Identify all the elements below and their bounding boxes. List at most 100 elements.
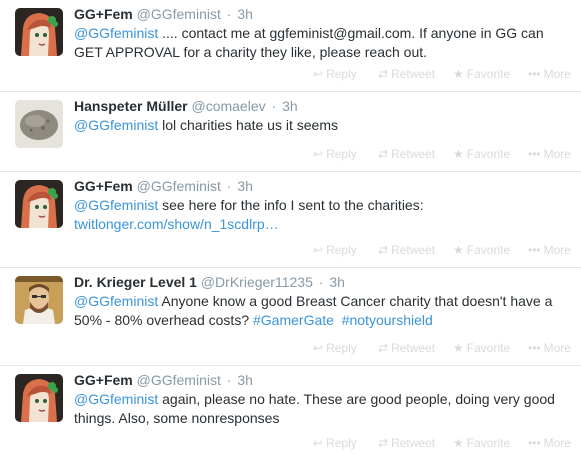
reply-label: Reply — [326, 67, 357, 81]
star-icon: ★ — [453, 436, 464, 450]
favorite-label: Favorite — [466, 67, 511, 81]
separator-dot: · — [226, 372, 232, 388]
tweet-actions: ↩ Reply ⇄ Retweet ★ Favorite ••• More — [0, 436, 581, 452]
tweet-actions: ↩ Reply ⇄ Retweet ★ Favorite ••• More — [0, 147, 581, 163]
url-link[interactable]: twitlonger.com/show/n_1scdlrp… — [74, 216, 279, 232]
retweet-button[interactable]: ⇄ Retweet — [378, 436, 435, 450]
more-label: More — [543, 341, 571, 355]
mention-link[interactable]: @GGfeminist — [74, 197, 158, 213]
avatar[interactable] — [15, 180, 63, 228]
reply-icon: ↩ — [313, 436, 324, 450]
tweet-header: GG+Fem @GGfeminist · 3h — [74, 371, 253, 389]
display-name[interactable]: GG+Fem — [74, 372, 133, 388]
reply-button[interactable]: ↩ Reply — [313, 436, 357, 450]
display-name[interactable]: Hanspeter Müller — [74, 98, 188, 114]
separator-dot: · — [318, 274, 324, 290]
reply-button[interactable]: ↩ Reply — [313, 341, 357, 355]
tweet-text: @GGfeminist .... contact me at ggfeminis… — [74, 24, 569, 62]
favorite-label: Favorite — [466, 341, 511, 355]
more-dots-icon: ••• — [528, 243, 541, 257]
timestamp[interactable]: 3h — [237, 372, 253, 388]
timestamp[interactable]: 3h — [237, 178, 253, 194]
username[interactable]: @DrKrieger11235 — [201, 274, 313, 290]
more-button[interactable]: ••• More — [528, 147, 571, 161]
avatar-image — [15, 100, 63, 148]
mention-link[interactable]: @GGfeminist — [74, 293, 158, 309]
retweet-label: Retweet — [391, 341, 436, 355]
retweet-label: Retweet — [391, 67, 436, 81]
display-name[interactable]: GG+Fem — [74, 6, 133, 22]
tweet-header: Hanspeter Müller @comaelev · 3h — [74, 97, 298, 115]
retweet-icon: ⇄ — [378, 243, 389, 257]
hashtag-link[interactable]: #GamerGate — [253, 312, 334, 328]
avatar[interactable] — [15, 276, 63, 324]
avatar[interactable] — [15, 100, 63, 148]
mention-link[interactable]: @GGfeminist — [74, 391, 158, 407]
username[interactable]: @GGfeminist — [137, 178, 221, 194]
retweet-button[interactable]: ⇄ Retweet — [378, 341, 435, 355]
more-label: More — [543, 67, 571, 81]
mention-link[interactable]: @GGfeminist — [74, 25, 158, 41]
hashtag-link[interactable]: #notyourshield — [342, 312, 433, 328]
favorite-label: Favorite — [466, 436, 511, 450]
tweet-actions: ↩ Reply ⇄ Retweet ★ Favorite ••• More — [0, 341, 581, 357]
more-label: More — [543, 243, 571, 257]
separator-dot: · — [226, 6, 232, 22]
tweet-text: @GGfeminist again, please no hate. These… — [74, 390, 569, 428]
mention-link[interactable]: @GGfeminist — [74, 117, 158, 133]
avatar-image — [15, 180, 63, 228]
favorite-label: Favorite — [466, 147, 511, 161]
avatar-image — [15, 374, 63, 422]
tweet-4[interactable]: Dr. Krieger Level 1 @DrKrieger11235 · 3h… — [0, 268, 581, 366]
favorite-button[interactable]: ★ Favorite — [453, 243, 510, 257]
avatar-image — [15, 276, 63, 324]
tweet-text: @GGfeminist lol charities hate us it see… — [74, 116, 569, 135]
retweet-button[interactable]: ⇄ Retweet — [378, 243, 435, 257]
favorite-button[interactable]: ★ Favorite — [453, 341, 510, 355]
username[interactable]: @GGfeminist — [137, 6, 221, 22]
star-icon: ★ — [453, 243, 464, 257]
reply-label: Reply — [326, 147, 357, 161]
username[interactable]: @GGfeminist — [137, 372, 221, 388]
avatar[interactable] — [15, 8, 63, 56]
timestamp[interactable]: 3h — [329, 274, 345, 290]
tweet-3[interactable]: GG+Fem @GGfeminist · 3h @GGfeminist see … — [0, 172, 581, 268]
reply-button[interactable]: ↩ Reply — [313, 67, 357, 81]
more-label: More — [543, 147, 571, 161]
retweet-button[interactable]: ⇄ Retweet — [378, 147, 435, 161]
favorite-button[interactable]: ★ Favorite — [453, 67, 510, 81]
star-icon: ★ — [453, 341, 464, 355]
retweet-button[interactable]: ⇄ Retweet — [378, 67, 435, 81]
more-button[interactable]: ••• More — [528, 341, 571, 355]
display-name[interactable]: GG+Fem — [74, 178, 133, 194]
reply-button[interactable]: ↩ Reply — [313, 147, 357, 161]
tweet-5[interactable]: GG+Fem @GGfeminist · 3h @GGfeminist agai… — [0, 366, 581, 454]
star-icon: ★ — [453, 147, 464, 161]
tweet-header: Dr. Krieger Level 1 @DrKrieger11235 · 3h — [74, 273, 345, 291]
more-button[interactable]: ••• More — [528, 436, 571, 450]
tweet-header: GG+Fem @GGfeminist · 3h — [74, 177, 253, 195]
tweet-1[interactable]: GG+Fem @GGfeminist · 3h @GGfeminist ....… — [0, 0, 581, 92]
timestamp[interactable]: 3h — [237, 6, 253, 22]
retweet-icon: ⇄ — [378, 436, 389, 450]
retweet-label: Retweet — [391, 436, 436, 450]
reply-label: Reply — [326, 243, 357, 257]
reply-icon: ↩ — [313, 147, 324, 161]
more-button[interactable]: ••• More — [528, 243, 571, 257]
avatar[interactable] — [15, 374, 63, 422]
timestamp[interactable]: 3h — [282, 98, 298, 114]
favorite-button[interactable]: ★ Favorite — [453, 147, 510, 161]
favorite-button[interactable]: ★ Favorite — [453, 436, 510, 450]
tweet-2[interactable]: Hanspeter Müller @comaelev · 3h @GGfemin… — [0, 92, 581, 172]
separator-dot: · — [226, 178, 232, 194]
reply-button[interactable]: ↩ Reply — [313, 243, 357, 257]
retweet-icon: ⇄ — [378, 341, 389, 355]
retweet-icon: ⇄ — [378, 67, 389, 81]
retweet-icon: ⇄ — [378, 147, 389, 161]
retweet-label: Retweet — [391, 147, 436, 161]
more-button[interactable]: ••• More — [528, 67, 571, 81]
tweet-body: lol charities hate us it seems — [158, 117, 338, 133]
display-name[interactable]: Dr. Krieger Level 1 — [74, 274, 197, 290]
username[interactable]: @comaelev — [191, 98, 265, 114]
tweet-header: GG+Fem @GGfeminist · 3h — [74, 5, 253, 23]
